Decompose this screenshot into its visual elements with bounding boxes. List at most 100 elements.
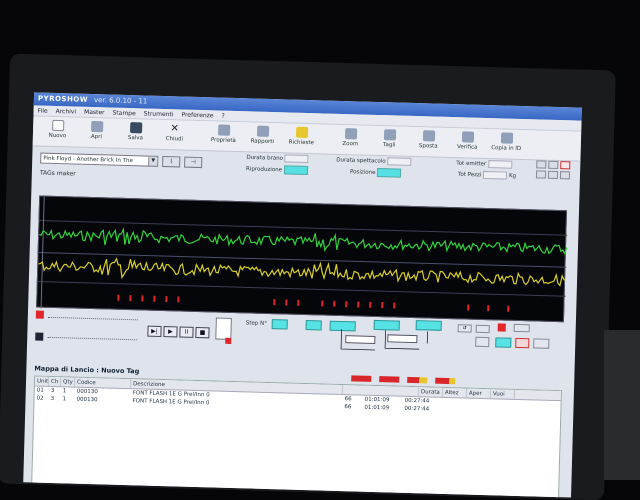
eraser-icon[interactable] bbox=[559, 171, 571, 180]
background-object bbox=[604, 330, 640, 480]
waveform-left-channel bbox=[38, 226, 568, 256]
durata-brano-field bbox=[284, 154, 309, 164]
tag-marker[interactable] bbox=[177, 296, 180, 303]
new-button[interactable]: Nuovo bbox=[39, 119, 77, 147]
step-time-field-3[interactable] bbox=[415, 320, 442, 331]
close-button[interactable]: ✕ Chiudi bbox=[156, 123, 194, 150]
tag-marker[interactable] bbox=[393, 302, 396, 309]
tag-marker[interactable] bbox=[141, 295, 144, 302]
volume-slider[interactable] bbox=[47, 336, 138, 343]
record-marker-icon bbox=[35, 310, 45, 319]
request-icon bbox=[295, 126, 308, 138]
menu-preferenze[interactable]: Preferenze bbox=[181, 109, 213, 120]
waveform-button[interactable]: ⌇ bbox=[162, 155, 181, 167]
tag-marker[interactable] bbox=[357, 301, 360, 308]
menu-stampe[interactable]: Stampe bbox=[112, 108, 135, 119]
tag-marker[interactable] bbox=[297, 299, 300, 306]
reset-icon[interactable]: ↺ bbox=[457, 324, 472, 333]
record-icon[interactable] bbox=[560, 161, 571, 170]
col-durata[interactable]: Durata bbox=[418, 387, 444, 397]
rewind-icon[interactable] bbox=[535, 170, 547, 179]
tag-marker[interactable] bbox=[129, 295, 132, 302]
zoom-button[interactable]: Zoom bbox=[332, 128, 370, 155]
step-field[interactable] bbox=[271, 319, 288, 330]
tag-marker[interactable] bbox=[321, 300, 324, 307]
verify-icon bbox=[461, 131, 474, 143]
tot-pezzi-field bbox=[483, 170, 508, 180]
durata-brano: Durata brano bbox=[246, 153, 309, 164]
tag-marker[interactable] bbox=[507, 305, 510, 312]
menu-master[interactable]: Master bbox=[84, 107, 105, 118]
position-slider[interactable] bbox=[47, 316, 138, 323]
tools-icon[interactable] bbox=[533, 338, 550, 349]
grid-line bbox=[39, 220, 568, 236]
track-select[interactable]: Pink Floyd - Another Brick In The ▼ bbox=[40, 152, 159, 167]
request-button[interactable]: Richieste bbox=[283, 126, 321, 153]
col-altez[interactable]: Altez bbox=[442, 387, 468, 398]
tag-marker[interactable] bbox=[273, 299, 276, 306]
col-ch[interactable]: Ch bbox=[48, 376, 62, 387]
split-button[interactable]: ⊣ bbox=[184, 156, 203, 168]
delete-tag-icon[interactable] bbox=[497, 323, 506, 332]
play-selection-icon[interactable] bbox=[536, 160, 547, 169]
link-icon[interactable] bbox=[475, 324, 490, 334]
durata-spettacolo: Durata spettacolo bbox=[336, 156, 412, 166]
pencil-icon[interactable] bbox=[547, 170, 559, 180]
menu-strumenti[interactable]: Strumenti bbox=[144, 108, 174, 119]
tag-marker[interactable] bbox=[467, 304, 470, 311]
col-unit[interactable]: Unit bbox=[34, 376, 50, 386]
step-label: Step N° bbox=[245, 320, 267, 327]
chevron-down-icon[interactable]: ▼ bbox=[148, 156, 158, 166]
stop-button[interactable]: ■ bbox=[195, 326, 210, 339]
col-vuoi[interactable]: Vuoi bbox=[490, 389, 515, 399]
properties-icon bbox=[217, 124, 230, 136]
step-cyan-field[interactable] bbox=[305, 320, 322, 331]
red-tab bbox=[379, 376, 400, 383]
cut-button[interactable]: Tagli bbox=[370, 129, 408, 156]
col-codice[interactable]: Codice bbox=[74, 377, 132, 389]
tag-marker[interactable] bbox=[381, 302, 384, 309]
report-button[interactable]: Rapporti bbox=[244, 125, 282, 152]
durata-spettacolo-field bbox=[387, 157, 412, 166]
menu-file[interactable]: File bbox=[37, 105, 47, 115]
tag-marker[interactable] bbox=[117, 294, 120, 301]
tot-emitter-field bbox=[487, 160, 513, 169]
copy-button[interactable]: Copia in ID bbox=[487, 132, 525, 159]
cut-icon bbox=[383, 129, 396, 141]
col-aper[interactable]: Aper bbox=[466, 388, 491, 399]
save-button[interactable]: Salva bbox=[117, 122, 155, 149]
report-icon bbox=[256, 125, 269, 137]
tag-marker[interactable] bbox=[285, 299, 288, 306]
tot-emitter: Tot emitter bbox=[456, 159, 513, 169]
riproduzione: Riproduzione bbox=[246, 164, 308, 176]
open-button[interactable]: Apri bbox=[78, 120, 116, 148]
stop-selection-icon[interactable] bbox=[548, 160, 559, 170]
menu-help[interactable]: ? bbox=[221, 111, 224, 121]
verify-button[interactable]: Verifica bbox=[448, 131, 486, 158]
tag-list-icon[interactable] bbox=[513, 323, 530, 333]
apply-icon[interactable] bbox=[495, 337, 512, 348]
tag-marker[interactable] bbox=[369, 301, 372, 308]
posizione-field bbox=[377, 167, 402, 178]
grid-icon[interactable] bbox=[475, 336, 490, 348]
folder-icon bbox=[90, 120, 103, 133]
tag-marker[interactable] bbox=[487, 305, 490, 312]
tag-marker[interactable] bbox=[165, 296, 168, 303]
menu-archivi[interactable]: Archivi bbox=[56, 106, 77, 117]
move-icon bbox=[422, 130, 435, 142]
tag-marker[interactable] bbox=[153, 295, 156, 302]
tag-marker[interactable] bbox=[333, 300, 336, 307]
col-qty[interactable]: Qty bbox=[60, 377, 76, 387]
fire-icon[interactable] bbox=[515, 337, 530, 349]
alarm-icon bbox=[225, 337, 232, 344]
play-button[interactable]: ▶| bbox=[147, 325, 162, 337]
tag-markers bbox=[117, 294, 510, 312]
red-tab bbox=[435, 377, 456, 385]
move-button[interactable]: Sposta bbox=[409, 130, 447, 157]
tag-marker[interactable] bbox=[345, 301, 348, 308]
properties-button[interactable]: Proprietà bbox=[205, 124, 243, 151]
waveform-panel[interactable] bbox=[36, 195, 568, 323]
play-icon[interactable]: ▶ bbox=[163, 326, 178, 338]
pause-button[interactable]: II bbox=[179, 326, 194, 338]
app-window: PYROSHOW ver. 6.0.10 - 11 File Archivi M… bbox=[23, 92, 582, 498]
